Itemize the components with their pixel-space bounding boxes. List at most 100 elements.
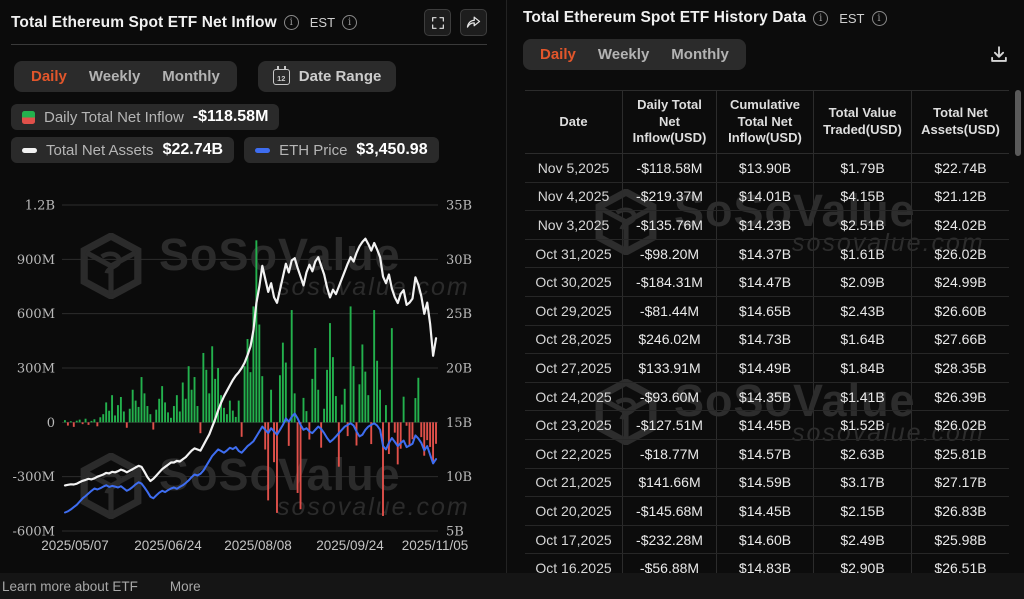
page-title: Total Ethereum Spot ETF History Data (523, 9, 806, 27)
cell-value: $14.59B (716, 469, 813, 497)
cell-date: Oct 29,2025 (525, 297, 622, 325)
cell-value: $14.45B (716, 411, 813, 439)
cell-date: Oct 21,2025 (525, 469, 622, 497)
column-header-value-traded: Total Value Traded(USD) (813, 91, 911, 153)
cell-value: $246.02M (622, 326, 716, 354)
cell-value: $25.81B (911, 440, 1009, 468)
cell-value: $14.01B (716, 183, 813, 211)
table-row: Oct 20,2025-$145.68M$14.45B$2.15B$26.83B (525, 497, 1009, 526)
legend-daily-net-inflow[interactable]: Daily Total Net Inflow -$118.58M (11, 104, 279, 130)
column-header-date: Date (525, 91, 622, 153)
table-controls: Daily Weekly Monthly (523, 39, 1010, 70)
cell-value: $26.83B (911, 497, 1009, 525)
cell-value: $24.02B (911, 211, 1009, 239)
cell-value: $1.61B (813, 240, 911, 268)
info-icon[interactable] (342, 15, 357, 30)
share-button[interactable] (460, 9, 487, 36)
timezone-label: EST (839, 11, 864, 26)
legend-total-net-assets[interactable]: Total Net Assets $22.74B (11, 137, 234, 163)
cell-value: $2.90B (813, 554, 911, 573)
cell-value: $1.41B (813, 383, 911, 411)
svg-text:2025/06/24: 2025/06/24 (134, 538, 202, 553)
period-tabs: Daily Weekly Monthly (14, 61, 237, 92)
chart-canvas: 1.2B35B900M30B600M25B300M20B015B-300M10B… (0, 178, 506, 578)
cell-value: $14.65B (716, 297, 813, 325)
cell-value: -$81.44M (622, 297, 716, 325)
header-divider (11, 44, 487, 45)
cell-value: $2.15B (813, 497, 911, 525)
cell-value: $2.09B (813, 268, 911, 296)
cell-value: $26.60B (911, 297, 1009, 325)
cell-value: $28.35B (911, 354, 1009, 382)
cell-value: $26.51B (911, 554, 1009, 573)
tab-daily[interactable]: Daily (31, 68, 67, 85)
right-header: Total Ethereum Spot ETF History Data EST (507, 0, 1024, 27)
info-icon[interactable] (872, 11, 887, 26)
page-title: Total Ethereum Spot ETF Net Inflow (11, 14, 277, 32)
cell-date: Oct 20,2025 (525, 497, 622, 525)
cell-value: $14.57B (716, 440, 813, 468)
table-row: Nov 4,2025-$219.37M$14.01B$4.15B$21.12B (525, 183, 1009, 212)
column-header-cumulative-inflow: Cumulative Total Net Inflow(USD) (716, 91, 813, 153)
cell-value: -$145.68M (622, 497, 716, 525)
download-button[interactable] (988, 44, 1010, 66)
cell-value: -$56.88M (622, 554, 716, 573)
cell-value: -$118.58M (622, 154, 716, 182)
cell-value: $14.45B (716, 497, 813, 525)
cell-date: Oct 22,2025 (525, 440, 622, 468)
svg-text:600M: 600M (17, 307, 55, 322)
cell-date: Oct 24,2025 (525, 383, 622, 411)
info-icon[interactable] (813, 11, 828, 26)
cell-value: $13.90B (716, 154, 813, 182)
cell-value: $141.66M (622, 469, 716, 497)
inflow-bar-icon (22, 111, 35, 124)
cell-value: $2.43B (813, 297, 911, 325)
svg-text:2025/05/07: 2025/05/07 (41, 538, 109, 553)
legend-value: -$118.58M (193, 108, 269, 126)
table-row: Oct 30,2025-$184.31M$14.47B$2.09B$24.99B (525, 268, 1009, 297)
table-row: Oct 29,2025-$81.44M$14.65B$2.43B$26.60B (525, 297, 1009, 326)
cell-value: $14.73B (716, 326, 813, 354)
cell-value: -$18.77M (622, 440, 716, 468)
legend-label: ETH Price (279, 142, 347, 159)
table-row: Oct 17,2025-$232.28M$14.60B$2.49B$25.98B (525, 526, 1009, 555)
more-link[interactable]: More (170, 579, 201, 594)
share-icon (465, 14, 482, 31)
history-table-body: Nov 5,2025-$118.58M$13.90B$1.79B$22.74BN… (525, 154, 1009, 573)
download-icon (988, 44, 1010, 66)
cell-value: -$219.37M (622, 183, 716, 211)
cell-value: $14.35B (716, 383, 813, 411)
scrollbar-thumb[interactable] (1015, 90, 1021, 156)
table-header-row: Date Daily Total Net Inflow(USD) Cumulat… (525, 90, 1009, 154)
svg-text:35B: 35B (446, 199, 472, 214)
cell-value: $22.74B (911, 154, 1009, 182)
cell-value: $14.49B (716, 354, 813, 382)
cell-value: $1.79B (813, 154, 911, 182)
svg-text:900M: 900M (17, 253, 55, 268)
fullscreen-button[interactable] (424, 9, 451, 36)
table-row: Nov 5,2025-$118.58M$13.90B$1.79B$22.74B (525, 154, 1009, 183)
cell-value: $21.12B (911, 183, 1009, 211)
cell-value: $14.23B (716, 211, 813, 239)
info-icon[interactable] (284, 15, 299, 30)
cell-value: $3.17B (813, 469, 911, 497)
cell-value: $14.83B (716, 554, 813, 573)
table-row: Nov 3,2025-$135.76M$14.23B$2.51B$24.02B (525, 211, 1009, 240)
svg-text:2025/08/08: 2025/08/08 (224, 538, 292, 553)
cell-date: Nov 4,2025 (525, 183, 622, 211)
legend-label: Daily Total Net Inflow (44, 109, 184, 126)
tab-weekly[interactable]: Weekly (89, 68, 140, 85)
date-range-button[interactable]: 12 Date Range (258, 61, 397, 92)
svg-text:300M: 300M (17, 362, 55, 377)
legend-eth-price[interactable]: ETH Price $3,450.98 (244, 137, 439, 163)
cell-value: -$93.60M (622, 383, 716, 411)
cell-value: $1.64B (813, 326, 911, 354)
etf-inflow-chart[interactable]: 1.2B35B900M30B600M25B300M20B015B-300M10B… (0, 178, 506, 578)
learn-more-label: Learn more about ETF (2, 579, 138, 594)
table-row: Oct 28,2025$246.02M$14.73B$1.64B$27.66B (525, 326, 1009, 355)
svg-text:25B: 25B (446, 307, 472, 322)
tab-monthly[interactable]: Monthly (162, 68, 220, 85)
tab-monthly[interactable]: Monthly (671, 46, 729, 63)
tab-daily[interactable]: Daily (540, 46, 576, 63)
tab-weekly[interactable]: Weekly (598, 46, 649, 63)
